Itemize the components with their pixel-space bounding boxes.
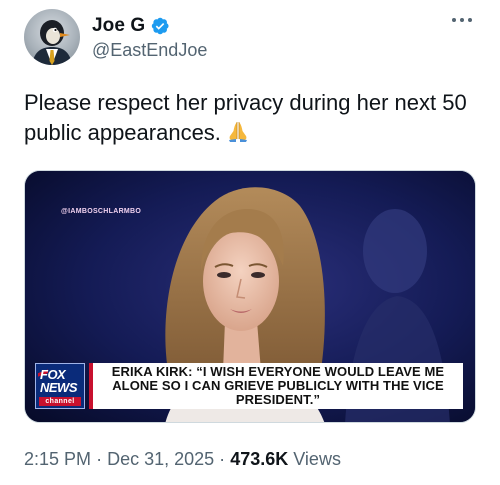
logo-line-3: channel [39, 397, 81, 406]
penguin-avatar-icon [32, 20, 72, 65]
fox-news-logo-icon: FOX NEWS channel [35, 363, 85, 409]
chyron-text: ERIKA KIRK: “I WISH EVERYONE WOULD LEAVE… [111, 364, 445, 407]
meta-separator: · [96, 449, 103, 469]
tweet-text: Please respect her privacy during her ne… [24, 88, 474, 152]
post-time[interactable]: 2:15 PM [24, 449, 91, 469]
author-display-name[interactable]: Joe G [92, 15, 145, 37]
post-date[interactable]: Dec 31, 2025 [107, 449, 214, 469]
tweet: Joe G @EastEndJoe Please respect her pri… [0, 0, 500, 485]
chyron-text-box: ERIKA KIRK: “I WISH EVERYONE WOULD LEAVE… [89, 363, 463, 409]
more-options-icon[interactable] [450, 12, 474, 28]
folded-hands-emoji-icon [225, 118, 251, 152]
avatar[interactable] [24, 9, 80, 65]
media-video-still[interactable]: @IAMBOSCHLARMBO FOX NEWS channel ERIKA K… [24, 170, 476, 423]
views-label: Views [293, 449, 341, 469]
author-name-row: Joe G [92, 14, 170, 38]
meta-separator: · [219, 449, 226, 469]
logo-line-2: NEWS [40, 380, 78, 395]
video-watermark: @IAMBOSCHLARMBO [61, 208, 142, 215]
news-chyron: FOX NEWS channel ERIKA KIRK: “I WISH EVE… [35, 363, 463, 411]
tweet-metadata: 2:15 PM · Dec 31, 2025 · 473.6K Views [24, 449, 341, 470]
verified-badge-icon [152, 17, 169, 35]
views-count[interactable]: 473.6K [230, 449, 288, 469]
author-handle[interactable]: @EastEndJoe [92, 40, 207, 61]
